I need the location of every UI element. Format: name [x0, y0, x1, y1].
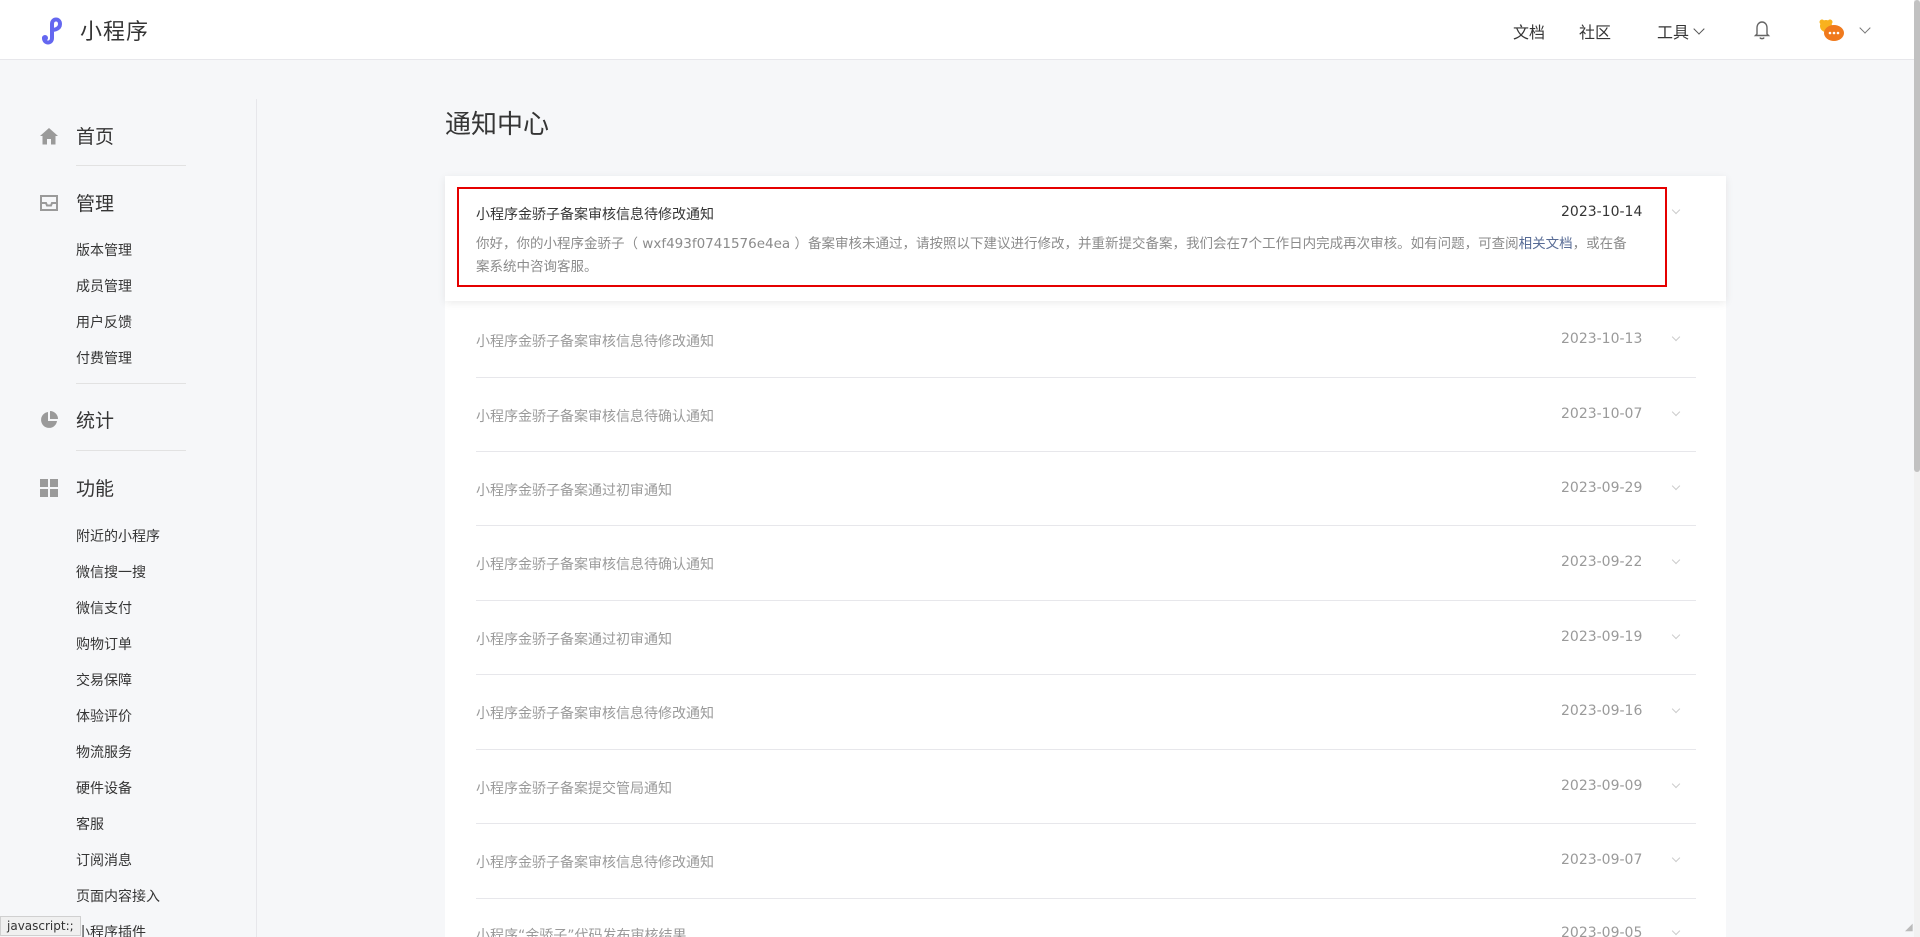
sidebar-item-wechat-pay[interactable]: 微信支付	[76, 598, 132, 618]
nav-tools-label: 工具	[1657, 23, 1690, 42]
notice-item[interactable]: 小程序金骄子备案通过初审通知 2023-09-19	[476, 629, 1696, 675]
sidebar-item-page-content-access[interactable]: 页面内容接入	[76, 886, 160, 906]
notice-divider	[476, 377, 1696, 378]
chevron-down-icon[interactable]	[1671, 407, 1681, 417]
sidebar-divider-line	[76, 450, 186, 451]
notice-date: 2023-09-19	[1561, 629, 1643, 645]
sidebar-divider-line	[76, 165, 186, 166]
mini-program-logo-icon	[42, 17, 63, 45]
notice-title: 小程序“金骄子”代码发布审核结果	[476, 928, 687, 937]
account-chevron-down-icon[interactable]	[1859, 22, 1871, 34]
related-docs-link[interactable]: 相关文档	[1519, 236, 1573, 252]
sidebar-item-member-manage[interactable]: 成员管理	[76, 276, 132, 296]
sidebar-item-version-manage[interactable]: 版本管理	[76, 240, 132, 260]
sidebar-item-payment-manage[interactable]: 付费管理	[76, 348, 132, 368]
notice-item[interactable]: 小程序金骄子备案审核信息待确认通知 2023-09-22	[476, 554, 1696, 601]
chevron-up-icon[interactable]	[1671, 205, 1681, 215]
notice-date: 2023-09-09	[1561, 778, 1643, 794]
sidebar-item-user-feedback[interactable]: 用户反馈	[76, 312, 132, 332]
pie-chart-icon	[41, 410, 58, 428]
sidebar-item-customer-service[interactable]: 客服	[76, 814, 104, 834]
sidebar-home-label: 首页	[76, 126, 115, 148]
chevron-down-icon[interactable]	[1671, 779, 1681, 789]
sidebar-divider	[256, 99, 257, 937]
notice-title: 小程序金骄子备案通过初审通知	[476, 632, 672, 648]
notice-date: 2023-09-05	[1561, 926, 1643, 937]
sidebar-item-transaction-guarantee[interactable]: 交易保障	[76, 670, 132, 690]
notice-title: 小程序金骄子备案审核信息待确认通知	[476, 557, 714, 573]
sidebar-item-experience-review[interactable]: 体验评价	[76, 706, 132, 726]
notice-item[interactable]: 小程序金骄子备案审核信息待修改通知 2023-09-07	[476, 852, 1696, 899]
top-header: 小程序 文档 社区 工具	[0, 0, 1914, 60]
notice-divider	[476, 525, 1696, 526]
app-name: 小程序	[80, 20, 150, 45]
inbox-icon	[40, 194, 58, 211]
page-title: 通知中心	[445, 110, 550, 140]
notice-item[interactable]: 小程序金骄子备案通过初审通知 2023-09-29	[476, 480, 1696, 526]
chevron-down-icon[interactable]	[1671, 704, 1681, 714]
notice-item[interactable]: 小程序金骄子备案审核信息待修改通知 2023-10-14 你好，你的小程序金骄子…	[476, 204, 1696, 284]
notice-divider	[476, 749, 1696, 750]
notice-divider	[476, 823, 1696, 824]
sidebar-home[interactable]: 首页	[38, 122, 114, 149]
notice-date: 2023-09-07	[1561, 852, 1643, 868]
notice-title: 小程序金骄子备案审核信息待修改通知	[476, 706, 714, 722]
chevron-down-icon[interactable]	[1671, 555, 1681, 565]
notice-title: 小程序金骄子备案审核信息待修改通知	[476, 855, 714, 871]
browser-status-bar: javascript:;	[0, 916, 81, 936]
notice-title: 小程序金骄子备案审核信息待确认通知	[476, 409, 714, 425]
notice-item[interactable]: 小程序金骄子备案提交管局通知 2023-09-09	[476, 778, 1696, 824]
sidebar-divider-line	[76, 383, 186, 384]
chevron-down-icon[interactable]	[1671, 926, 1681, 936]
notice-date: 2023-10-13	[1561, 331, 1643, 347]
notice-title: 小程序金骄子备案提交管局通知	[476, 781, 672, 797]
sidebar-features[interactable]: 功能	[38, 474, 114, 501]
notice-title: 小程序金骄子备案审核信息待修改通知	[476, 334, 714, 350]
notice-date: 2023-09-16	[1561, 703, 1643, 719]
sidebar-stats-label: 统计	[76, 410, 115, 432]
notice-date: 2023-09-22	[1561, 554, 1643, 570]
nav-community-link[interactable]: 社区	[1579, 19, 1611, 43]
notice-divider	[476, 600, 1696, 601]
notice-divider	[476, 898, 1696, 899]
home-icon	[40, 127, 58, 144]
notice-item[interactable]: 小程序金骄子备案审核信息待修改通知 2023-10-13	[476, 331, 1696, 378]
app-logo[interactable]: 小程序	[38, 14, 149, 46]
sidebar-manage-label: 管理	[76, 193, 115, 215]
page-scrollbar-thumb[interactable]	[1914, 0, 1920, 472]
chevron-down-icon	[1693, 22, 1705, 35]
notice-body: 你好，你的小程序金骄子（ wxf493f0741576e4ea ）备案审核未通过…	[476, 233, 1636, 279]
nav-docs-link[interactable]: 文档	[1513, 19, 1545, 43]
notice-item[interactable]: 小程序金骄子备案审核信息待修改通知 2023-09-16	[476, 703, 1696, 750]
notice-date: 2023-10-14	[1561, 204, 1643, 220]
sidebar-item-logistics-service[interactable]: 物流服务	[76, 742, 132, 762]
bell-icon[interactable]	[1751, 19, 1773, 41]
notice-title: 小程序金骄子备案通过初审通知	[476, 483, 672, 499]
chevron-down-icon[interactable]	[1671, 481, 1681, 491]
grid-icon	[40, 478, 58, 497]
sidebar-item-wechat-search[interactable]: 微信搜一搜	[76, 562, 146, 582]
sidebar-features-label: 功能	[76, 478, 115, 500]
sidebar-item-shopping-orders[interactable]: 购物订单	[76, 634, 132, 654]
sidebar-item-subscription-messages[interactable]: 订阅消息	[76, 850, 132, 870]
chevron-down-icon[interactable]	[1671, 853, 1681, 863]
notice-title: 小程序金骄子备案审核信息待修改通知	[476, 207, 714, 223]
nav-tools-menu[interactable]: 工具	[1657, 19, 1705, 43]
chevron-down-icon[interactable]	[1671, 630, 1681, 640]
sidebar-item-nearby-mini-program[interactable]: 附近的小程序	[76, 526, 160, 546]
notice-divider	[476, 674, 1696, 675]
notice-body-text: 你好，你的小程序金骄子（ wxf493f0741576e4ea ）备案审核未通过…	[476, 236, 1519, 252]
user-avatar-icon[interactable]	[1817, 18, 1845, 44]
resize-grip-icon: ◢	[1905, 922, 1913, 933]
sidebar-item-hardware-devices[interactable]: 硬件设备	[76, 778, 132, 798]
notice-date: 2023-09-29	[1561, 480, 1643, 496]
notice-divider	[476, 451, 1696, 452]
notice-item[interactable]: 小程序金骄子备案审核信息待确认通知 2023-10-07	[476, 406, 1696, 452]
notice-date: 2023-10-07	[1561, 406, 1643, 422]
sidebar-item-mini-program-plugins[interactable]: 小程序插件	[76, 922, 146, 937]
chevron-down-icon[interactable]	[1671, 332, 1681, 342]
notice-item[interactable]: 小程序“金骄子”代码发布审核结果 2023-09-05	[476, 926, 1696, 937]
sidebar-stats[interactable]: 统计	[38, 406, 114, 433]
sidebar-manage[interactable]: 管理	[38, 189, 114, 216]
